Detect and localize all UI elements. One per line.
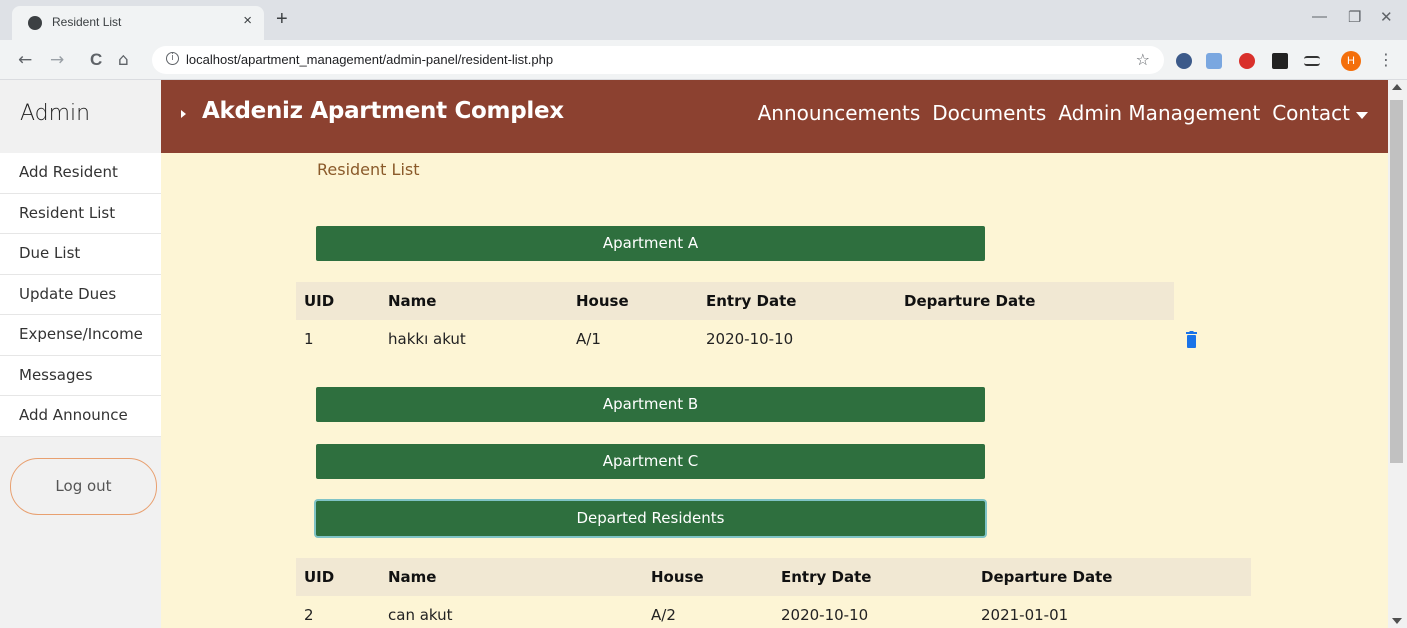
reading-list-icon[interactable] bbox=[1304, 56, 1320, 66]
page: Admin Add Resident Resident List Due Lis… bbox=[0, 80, 1388, 628]
forward-icon[interactable]: → bbox=[50, 50, 64, 70]
header-entry-date: Entry Date bbox=[781, 568, 872, 586]
cell-departure-date: 2021-01-01 bbox=[981, 606, 1069, 624]
cell-uid: 1 bbox=[304, 330, 314, 348]
page-title: Resident List bbox=[317, 160, 420, 179]
section-apartment-c[interactable]: Apartment C bbox=[316, 444, 985, 479]
sidebar-item-due-list[interactable]: Due List bbox=[0, 234, 161, 275]
cell-name: hakkı akut bbox=[388, 330, 466, 348]
header-departure-date: Departure Date bbox=[904, 292, 1036, 310]
cell-house: A/1 bbox=[576, 330, 601, 348]
sidebar-item-update-dues[interactable]: Update Dues bbox=[0, 274, 161, 315]
top-navbar: Akdeniz Apartment Complex Announcements … bbox=[161, 80, 1388, 153]
sidebar-title: Admin bbox=[20, 101, 91, 126]
sidebar-item-resident-list[interactable]: Resident List bbox=[0, 193, 161, 234]
header-uid: UID bbox=[304, 292, 335, 310]
address-bar[interactable]: i localhost/apartment_management/admin-p… bbox=[152, 46, 1164, 74]
scroll-up-icon[interactable] bbox=[1392, 84, 1402, 90]
sidebar: Admin Add Resident Resident List Due Lis… bbox=[0, 80, 161, 628]
header-entry-date: Entry Date bbox=[706, 292, 797, 310]
nav-contact-dropdown[interactable]: Contact bbox=[1272, 101, 1368, 125]
new-tab-button[interactable]: + bbox=[276, 8, 288, 31]
browser-tab[interactable]: Resident List × bbox=[12, 6, 264, 40]
nav-documents[interactable]: Documents bbox=[932, 101, 1046, 125]
header-departure-date: Departure Date bbox=[981, 568, 1113, 586]
minimize-icon[interactable]: — bbox=[1312, 8, 1327, 25]
cell-house: A/2 bbox=[651, 606, 676, 624]
url-text[interactable]: localhost/apartment_management/admin-pan… bbox=[186, 52, 553, 67]
window-close-icon[interactable]: ✕ bbox=[1380, 8, 1393, 26]
browser-tabbar: Resident List × + — ❐ ✕ bbox=[0, 0, 1407, 40]
info-icon[interactable]: i bbox=[166, 52, 179, 65]
logout-button[interactable]: Log out bbox=[10, 458, 157, 515]
sidebar-item-add-resident[interactable]: Add Resident bbox=[0, 153, 161, 194]
cell-entry-date: 2020-10-10 bbox=[706, 330, 794, 348]
sidebar-item-add-announce[interactable]: Add Announce bbox=[0, 396, 161, 437]
header-house: House bbox=[576, 292, 629, 310]
trash-icon[interactable] bbox=[1186, 331, 1197, 348]
browser-toolbar: ← → C ⌂ i localhost/apartment_management… bbox=[0, 40, 1407, 80]
section-apartment-a[interactable]: Apartment A bbox=[316, 226, 985, 261]
header-name: Name bbox=[388, 568, 437, 586]
cell-entry-date: 2020-10-10 bbox=[781, 606, 869, 624]
close-tab-icon[interactable]: × bbox=[243, 12, 252, 29]
sidebar-toggle-icon[interactable] bbox=[181, 110, 186, 118]
cell-uid: 2 bbox=[304, 606, 314, 624]
table-row: 2 can akut A/2 2020-10-10 2021-01-01 bbox=[296, 596, 1251, 628]
header-house: House bbox=[651, 568, 704, 586]
section-departed-residents[interactable]: Departed Residents bbox=[316, 501, 985, 536]
scrollbar[interactable] bbox=[1388, 80, 1407, 628]
table-header: UID Name House Entry Date Departure Date bbox=[296, 282, 1174, 320]
reload-icon[interactable]: C bbox=[90, 50, 102, 70]
bookmark-star-icon[interactable]: ☆ bbox=[1136, 50, 1150, 69]
globe-icon bbox=[28, 16, 42, 30]
sidebar-item-messages[interactable]: Messages bbox=[0, 355, 161, 396]
cell-name: can akut bbox=[388, 606, 453, 624]
nav-links: Announcements Documents Admin Management… bbox=[758, 101, 1368, 125]
back-icon[interactable]: ← bbox=[18, 50, 32, 70]
google-translate-icon[interactable] bbox=[1206, 53, 1222, 69]
section-apartment-b[interactable]: Apartment B bbox=[316, 387, 985, 422]
profile-avatar[interactable]: H bbox=[1341, 51, 1361, 71]
translate-icon[interactable] bbox=[1176, 53, 1192, 69]
table-row: 1 hakkı akut A/1 2020-10-10 bbox=[296, 320, 1216, 360]
home-icon[interactable]: ⌂ bbox=[118, 50, 129, 70]
scrollbar-thumb[interactable] bbox=[1390, 100, 1403, 463]
adblock-icon[interactable] bbox=[1239, 53, 1255, 69]
header-uid: UID bbox=[304, 568, 335, 586]
sidebar-item-expense-income[interactable]: Expense/Income bbox=[0, 315, 161, 356]
table-header: UID Name House Entry Date Departure Date bbox=[296, 558, 1251, 596]
tab-title: Resident List bbox=[52, 15, 122, 29]
menu-icon[interactable]: ⋮ bbox=[1378, 50, 1394, 69]
nav-announcements[interactable]: Announcements bbox=[758, 101, 921, 125]
scroll-down-icon[interactable] bbox=[1392, 618, 1402, 624]
nav-admin-management[interactable]: Admin Management bbox=[1058, 101, 1260, 125]
brand-title[interactable]: Akdeniz Apartment Complex bbox=[202, 98, 564, 124]
caret-down-icon bbox=[1356, 112, 1368, 119]
puzzle-icon[interactable] bbox=[1272, 53, 1288, 69]
header-name: Name bbox=[388, 292, 437, 310]
nav-contact[interactable]: Contact bbox=[1272, 101, 1350, 125]
restore-icon[interactable]: ❐ bbox=[1348, 8, 1361, 26]
